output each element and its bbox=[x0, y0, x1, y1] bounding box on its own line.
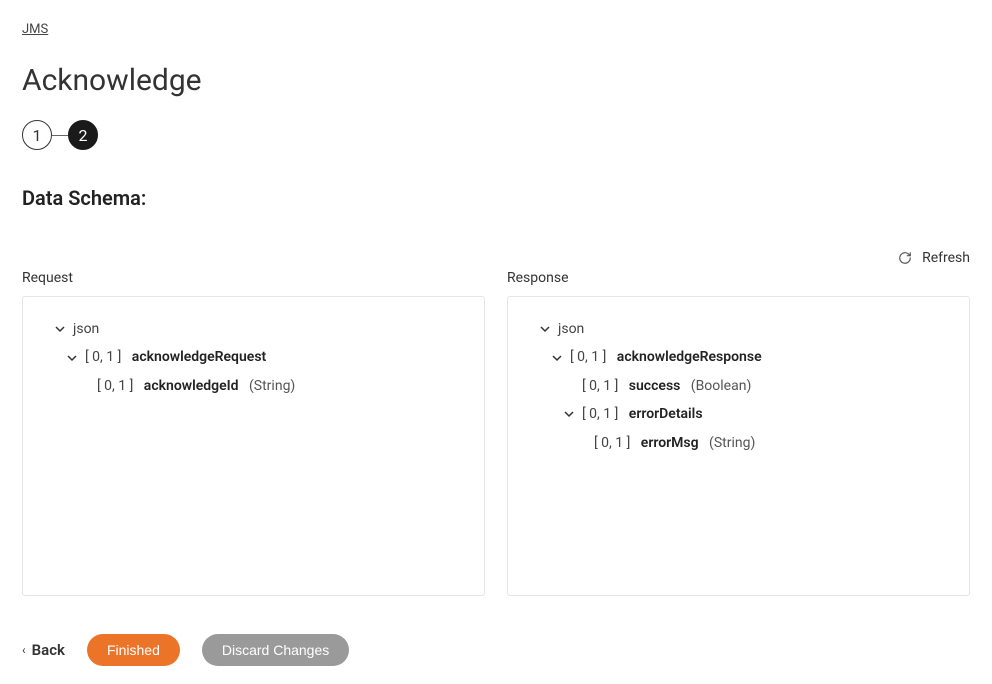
node-cardinality: [ 0, 1 ] bbox=[85, 349, 121, 365]
chevron-down-icon bbox=[55, 324, 65, 334]
step-2[interactable]: 2 bbox=[68, 120, 98, 150]
node-cardinality: [ 0, 1 ] bbox=[582, 406, 618, 422]
node-label: acknowledgeRequest bbox=[132, 349, 266, 365]
wizard-stepper: 1 2 bbox=[22, 120, 970, 150]
node-label: acknowledgeId bbox=[144, 378, 239, 394]
tree-node-acknowledge-response[interactable]: [ 0, 1 ] acknowledgeResponse bbox=[524, 343, 953, 371]
node-label: json bbox=[558, 318, 584, 340]
breadcrumb-jms[interactable]: JMS bbox=[22, 22, 48, 37]
refresh-button[interactable]: Refresh bbox=[898, 250, 970, 266]
response-label: Response bbox=[507, 270, 970, 286]
finished-button[interactable]: Finished bbox=[87, 634, 180, 666]
chevron-down-icon bbox=[552, 353, 562, 363]
tree-node-json[interactable]: json bbox=[39, 315, 468, 343]
node-type: (String) bbox=[249, 378, 295, 394]
request-schema-panel: json [ 0, 1 ] acknowledgeRequest [ 0, 1 … bbox=[22, 296, 485, 596]
node-label: errorDetails bbox=[629, 406, 703, 422]
tree-node-acknowledge-id[interactable]: [ 0, 1 ] acknowledgeId (String) bbox=[39, 372, 468, 400]
node-type: (Boolean) bbox=[691, 378, 752, 394]
tree-node-acknowledge-request[interactable]: [ 0, 1 ] acknowledgeRequest bbox=[39, 343, 468, 371]
chevron-down-icon bbox=[564, 409, 574, 419]
node-type: (String) bbox=[709, 435, 755, 451]
page-title: Acknowledge bbox=[22, 63, 970, 98]
node-cardinality: [ 0, 1 ] bbox=[570, 349, 606, 365]
step-connector bbox=[52, 135, 68, 136]
tree-node-success[interactable]: [ 0, 1 ] success (Boolean) bbox=[524, 372, 953, 400]
refresh-label: Refresh bbox=[922, 250, 970, 266]
section-title: Data Schema: bbox=[22, 186, 970, 210]
request-label: Request bbox=[22, 270, 485, 286]
discard-changes-button[interactable]: Discard Changes bbox=[202, 634, 349, 666]
chevron-down-icon bbox=[540, 324, 550, 334]
node-cardinality: [ 0, 1 ] bbox=[582, 378, 618, 394]
node-cardinality: [ 0, 1 ] bbox=[97, 378, 133, 394]
back-label: Back bbox=[32, 641, 65, 659]
step-1[interactable]: 1 bbox=[22, 120, 52, 150]
back-button[interactable]: ‹ Back bbox=[22, 641, 65, 659]
chevron-down-icon bbox=[67, 353, 77, 363]
node-label: success bbox=[629, 378, 681, 394]
node-cardinality: [ 0, 1 ] bbox=[594, 435, 630, 451]
refresh-icon bbox=[898, 251, 912, 265]
node-label: errorMsg bbox=[641, 435, 699, 451]
node-label: json bbox=[73, 318, 99, 340]
node-label: acknowledgeResponse bbox=[617, 349, 762, 365]
response-schema-panel: json [ 0, 1 ] acknowledgeResponse [ 0, 1… bbox=[507, 296, 970, 596]
tree-node-error-details[interactable]: [ 0, 1 ] errorDetails bbox=[524, 400, 953, 428]
tree-node-error-msg[interactable]: [ 0, 1 ] errorMsg (String) bbox=[524, 429, 953, 457]
tree-node-json[interactable]: json bbox=[524, 315, 953, 343]
